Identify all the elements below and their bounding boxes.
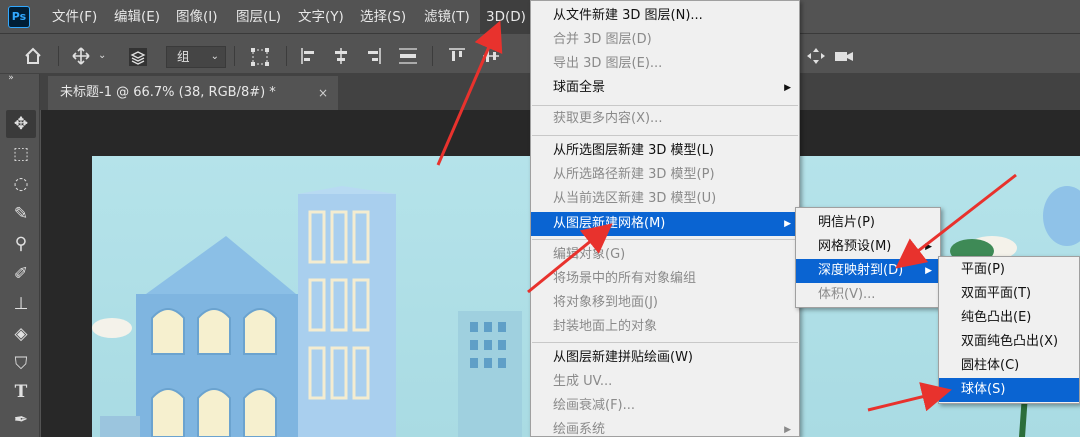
menu-item-cylinder[interactable]: 圆柱体(C): [939, 354, 1079, 378]
document-tab[interactable]: 未标题-1 @ 66.7% (38, RGB/8#) * ×: [48, 76, 338, 110]
menu-edit[interactable]: 编辑(E): [114, 0, 160, 34]
toolbox: » ✥ ⬚ ◌ ✎ ⚲ ✐ ⊥ ◈ ⛉ T ✒: [0, 72, 40, 437]
chevron-down-icon: ⌄: [210, 51, 219, 62]
menu-item-label: 深度映射到(D): [818, 263, 904, 278]
lasso-tool-icon[interactable]: ◌: [6, 170, 36, 198]
menu-item-paint-system[interactable]: 绘画系统 ▶: [531, 418, 799, 437]
align-center-icon[interactable]: [332, 47, 350, 69]
eraser-tool-icon[interactable]: ◈: [6, 320, 36, 348]
menu-separator: [532, 342, 798, 343]
menu-item-volume[interactable]: 体积(V)...: [796, 283, 940, 307]
type-tool-icon[interactable]: T: [6, 378, 36, 406]
menu-separator: [532, 105, 798, 106]
panel-collapse-icon[interactable]: »: [4, 72, 18, 86]
align-top-icon[interactable]: [448, 47, 466, 69]
home-icon[interactable]: [24, 47, 42, 69]
stamp-tool-icon[interactable]: ⊥: [6, 290, 36, 318]
menu-item-postcard[interactable]: 明信片(P): [796, 211, 940, 235]
menu-item-new-tiled-painting[interactable]: 从图层新建拼贴绘画(W): [531, 346, 799, 370]
menu-item-mesh-preset[interactable]: 网格预设(M) ▶: [796, 235, 940, 259]
menu-item-plane[interactable]: 平面(P): [939, 258, 1079, 282]
menu-item-get-more-content[interactable]: 获取更多内容(X)...: [531, 107, 799, 131]
chevron-down-icon[interactable]: ⌄: [98, 47, 106, 65]
divider: [58, 46, 59, 66]
align-left-icon[interactable]: [300, 47, 318, 69]
move-icon[interactable]: [72, 47, 90, 69]
pen-tool-icon[interactable]: ✒: [6, 406, 36, 434]
menu-item-label: 绘画系统: [553, 422, 606, 437]
menu-item-depth-map-to[interactable]: 深度映射到(D) ▶: [796, 259, 940, 283]
submenu-arrow-icon: ▶: [784, 219, 791, 229]
menu-layer[interactable]: 图层(L): [236, 0, 281, 34]
menu-item-export-3d-layer[interactable]: 导出 3D 图层(E)...: [531, 52, 799, 76]
menu-item-spherical-panorama[interactable]: 球面全景 ▶: [531, 76, 799, 100]
paint-bucket-tool-icon[interactable]: ⛉: [6, 350, 36, 378]
divider: [286, 46, 287, 66]
layers-stack-icon[interactable]: [128, 47, 148, 71]
3d-menu-dropdown: 从文件新建 3D 图层(N)... 合并 3D 图层(D) 导出 3D 图层(E…: [530, 0, 800, 437]
menu-item-label: 球面全景: [553, 80, 606, 95]
submenu-arrow-icon: ▶: [784, 425, 791, 435]
auto-select-dropdown[interactable]: 组 ⌄: [166, 46, 226, 68]
menu-separator: [532, 239, 798, 240]
menu-item-sphere[interactable]: 球体(S): [939, 378, 1079, 402]
mesh-submenu: 明信片(P) 网格预设(M) ▶ 深度映射到(D) ▶ 体积(V)...: [795, 207, 941, 308]
menu-item-new-3d-model-from-path[interactable]: 从所选路径新建 3D 模型(P): [531, 163, 799, 187]
menu-item-label: 从图层新建网格(M): [553, 216, 666, 231]
align-middle-icon[interactable]: [482, 47, 500, 69]
menu-separator: [532, 135, 798, 136]
submenu-arrow-icon: ▶: [925, 266, 932, 276]
menu-3d[interactable]: 3D(D): [480, 0, 532, 34]
align-right-icon[interactable]: [364, 47, 382, 69]
close-icon[interactable]: ×: [318, 76, 328, 110]
depth-map-submenu: 平面(P) 双面平面(T) 纯色凸出(E) 双面纯色凸出(X) 圆柱体(C) 球…: [938, 256, 1080, 404]
brush-tool-icon[interactable]: ✐: [6, 260, 36, 288]
divider: [234, 46, 235, 66]
video-camera-icon[interactable]: [834, 47, 854, 69]
photoshop-logo: Ps: [8, 6, 30, 28]
eyedropper-tool-icon[interactable]: ⚲: [6, 230, 36, 258]
menu-item-pack-objects[interactable]: 封装地面上的对象: [531, 315, 799, 339]
menu-item-new-3d-layer-from-file[interactable]: 从文件新建 3D 图层(N)...: [531, 4, 799, 28]
menu-image[interactable]: 图像(I): [176, 0, 218, 34]
menu-item-group-all-objects[interactable]: 将场景中的所有对象编组: [531, 267, 799, 291]
menu-item-edit-object[interactable]: 编辑对象(G): [531, 243, 799, 267]
menu-item-new-3d-model-from-selection[interactable]: 从当前选区新建 3D 模型(U): [531, 187, 799, 211]
move-tool-icon[interactable]: ✥: [6, 110, 36, 138]
menu-file[interactable]: 文件(F): [52, 0, 97, 34]
menu-item-new-mesh-from-layer[interactable]: 从图层新建网格(M) ▶: [531, 212, 799, 236]
menu-item-solid-extrusion[interactable]: 纯色凸出(E): [939, 306, 1079, 330]
distribute-icon[interactable]: [398, 47, 418, 69]
submenu-arrow-icon: ▶: [925, 242, 932, 252]
menu-select[interactable]: 选择(S): [360, 0, 406, 34]
menu-type[interactable]: 文字(Y): [298, 0, 344, 34]
menu-item-generate-uv[interactable]: 生成 UV...: [531, 370, 799, 394]
quick-select-tool-icon[interactable]: ✎: [6, 200, 36, 228]
menu-item-new-3d-model-from-layer[interactable]: 从所选图层新建 3D 模型(L): [531, 139, 799, 163]
menu-item-two-sided-solid-extrusion[interactable]: 双面纯色凸出(X): [939, 330, 1079, 354]
3d-slide-icon[interactable]: [806, 47, 826, 69]
transform-controls-icon[interactable]: [250, 47, 270, 71]
menu-item-move-to-ground[interactable]: 将对象移到地面(J): [531, 291, 799, 315]
menu-item-two-sided-plane[interactable]: 双面平面(T): [939, 282, 1079, 306]
submenu-arrow-icon: ▶: [784, 83, 791, 93]
marquee-tool-icon[interactable]: ⬚: [6, 140, 36, 168]
menu-item-label: 网格预设(M): [818, 239, 892, 254]
menu-item-merge-3d-layers[interactable]: 合并 3D 图层(D): [531, 28, 799, 52]
dropdown-value: 组: [177, 49, 190, 64]
menu-filter[interactable]: 滤镜(T): [424, 0, 470, 34]
document-title: 未标题-1 @ 66.7% (38, RGB/8#) *: [60, 85, 276, 100]
menu-item-paint-falloff[interactable]: 绘画衰减(F)...: [531, 394, 799, 418]
divider: [432, 46, 433, 66]
